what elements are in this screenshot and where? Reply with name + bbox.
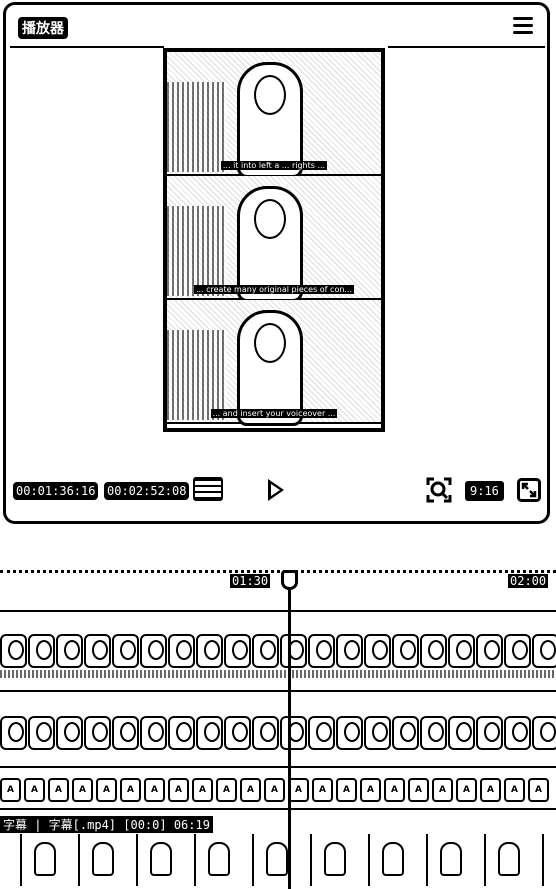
video-caption: ... create many original pieces of con..… (193, 285, 355, 294)
subtitle-track[interactable]: AAAAAAAAAAAAAAAAAAAAAAA (0, 778, 556, 804)
video-caption: ... it into left a ... rights ... (220, 161, 328, 170)
zoom-icon[interactable] (426, 477, 452, 503)
track-divider (0, 766, 556, 768)
aspect-ratio-button[interactable]: 9:16 (465, 481, 504, 501)
video-frame-3: ... and insert your voiceover ... (167, 300, 381, 426)
frame-list-icon[interactable] (193, 477, 223, 501)
clip-label: 字幕 | 字幕[.mp4] [00:0] 06:19 (0, 816, 213, 833)
video-track-1[interactable] (0, 634, 556, 668)
total-time: 00:02:52:08 (104, 482, 190, 500)
divider-left (10, 46, 164, 48)
playhead-line[interactable] (288, 570, 291, 889)
video-track-2[interactable] (0, 716, 556, 750)
video-frame-2: ... create many original pieces of con..… (167, 176, 381, 302)
divider-right (388, 46, 545, 48)
tick-label: 01:30 (230, 574, 271, 588)
track-divider (0, 690, 556, 692)
tick-label: 02:00 (508, 574, 549, 588)
current-time: 00:01:36:16 (13, 482, 99, 500)
hamburger-menu-icon[interactable] (513, 17, 533, 35)
caption-track-1[interactable] (0, 670, 556, 678)
player-title: 播放器 (18, 17, 68, 39)
track-divider (0, 808, 556, 810)
video-caption: ... and insert your voiceover ... (210, 409, 338, 418)
fullscreen-icon[interactable] (517, 478, 541, 502)
video-frame-1: ... it into left a ... rights ... (167, 52, 381, 178)
timeline-ruler[interactable] (0, 570, 556, 597)
track-divider (0, 610, 556, 612)
video-preview[interactable]: ... it into left a ... rights ... ... cr… (163, 48, 385, 432)
playhead-handle[interactable] (281, 570, 298, 590)
play-icon[interactable] (268, 479, 284, 501)
